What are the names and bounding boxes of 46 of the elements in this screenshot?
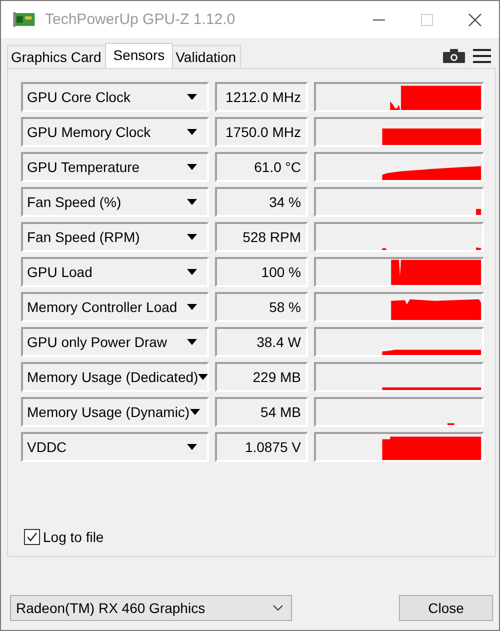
dropdown-arrow-icon: [187, 234, 197, 240]
sensor-value: 34 %: [215, 187, 308, 217]
dropdown-arrow-icon: [187, 444, 197, 450]
chevron-down-icon: [273, 605, 283, 611]
sensor-graph-plot: [476, 208, 481, 215]
sensor-dropdown[interactable]: VDDC: [21, 432, 209, 462]
dropdown-arrow-icon: [198, 374, 208, 380]
dropdown-arrow-icon: [187, 199, 197, 205]
camera-icon[interactable]: [443, 49, 465, 63]
checkbox-label: Log to file: [43, 529, 104, 545]
checkbox[interactable]: [24, 529, 40, 545]
sensor-dropdown[interactable]: GPU only Power Draw: [21, 327, 209, 357]
menu-icon[interactable]: [473, 49, 491, 63]
sensor-value: 61.0 °C: [215, 152, 308, 182]
sensor-dropdown[interactable]: GPU Load: [21, 257, 209, 287]
device-dropdown[interactable]: Radeon(TM) RX 460 Graphics: [10, 595, 292, 621]
sensor-value: 100 %: [215, 257, 308, 287]
sensor-value: 229 MB: [215, 362, 308, 392]
dropdown-arrow-icon: [187, 164, 197, 170]
window-title: TechPowerUp GPU-Z 1.12.0: [45, 11, 236, 28]
tab[interactable]: Validation: [172, 45, 242, 68]
sensor-dropdown[interactable]: GPU Temperature: [21, 152, 209, 182]
sensor-value: 528 RPM: [215, 222, 308, 252]
dropdown-arrow-icon: [187, 129, 197, 135]
sensor-value: 1212.0 MHz: [215, 82, 308, 112]
sensor-value: 58 %: [215, 292, 308, 322]
dropdown-arrow-icon: [187, 94, 197, 100]
dropdown-arrow-icon: [190, 409, 200, 415]
sensor-value: 38.4 W: [215, 327, 308, 357]
sensor-dropdown[interactable]: Fan Speed (RPM): [21, 222, 209, 252]
dropdown-arrow-icon: [187, 269, 197, 275]
sensor-value: 54 MB: [215, 397, 308, 427]
sensor-dropdown[interactable]: GPU Memory Clock: [21, 117, 209, 147]
sensor-dropdown[interactable]: GPU Core Clock: [21, 82, 209, 112]
sensor-value: 1750.0 MHz: [215, 117, 308, 147]
sensor-dropdown[interactable]: Memory Controller Load: [21, 292, 209, 322]
dropdown-arrow-icon: [187, 339, 197, 345]
close-button[interactable]: Close: [399, 595, 493, 621]
sensor-dropdown[interactable]: Fan Speed (%): [21, 187, 209, 217]
tab[interactable]: Sensors: [105, 43, 173, 68]
dropdown-arrow-icon: [187, 304, 197, 310]
sensor-value: 1.0875 V: [215, 432, 308, 462]
sensor-dropdown[interactable]: Memory Usage (Dedicated): [21, 362, 209, 392]
tab[interactable]: Graphics Card: [7, 45, 106, 68]
graphics-card-icon: [13, 12, 35, 27]
sensor-dropdown[interactable]: Memory Usage (Dynamic): [21, 397, 209, 427]
